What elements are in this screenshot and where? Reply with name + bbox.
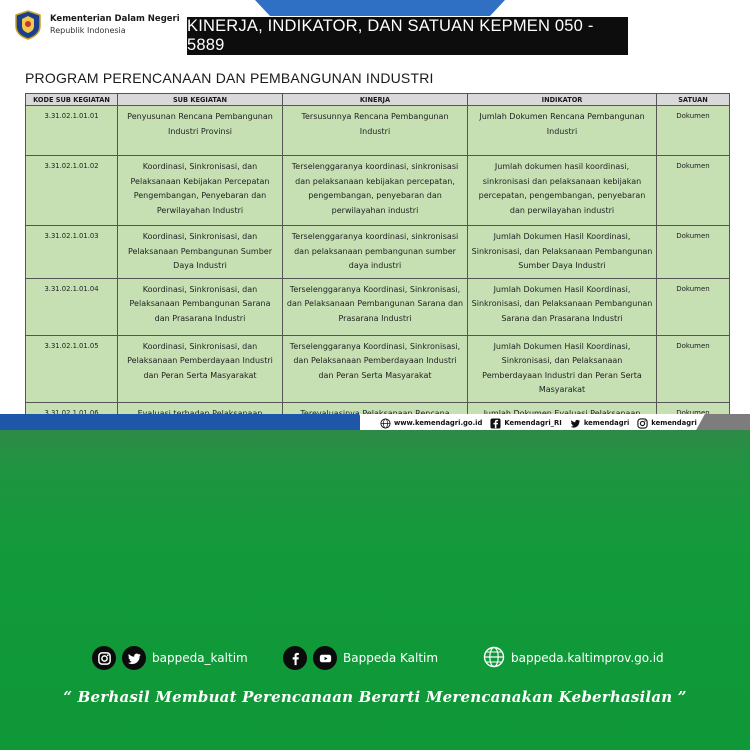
footer-twitter-text: kemendagri [583, 419, 630, 427]
cell-sub-kegiatan: Koordinasi, Sinkronisasi, dan Pelaksanaa… [117, 334, 283, 403]
cell-satuan: Dokumen [656, 105, 730, 156]
kinerja-table: KODE SUB KEGIATAN SUB KEGIATAN KINERJA I… [25, 93, 730, 430]
cell-kode: 3.31.02.1.01.04 [25, 277, 118, 336]
youtube-icon [313, 646, 337, 670]
table-row: 3.31.02.1.01.01 Penyusunan Rencana Pemba… [25, 105, 730, 156]
cell-sub-kegiatan: Penyusunan Rencana Pembangunan Industri … [117, 105, 283, 156]
cell-kinerja: Terselenggaranya koordinasi, sinkronisas… [282, 155, 468, 226]
org-name: Kementerian Dalam Negeri [50, 14, 180, 24]
cell-kode: 3.31.02.1.01.05 [25, 334, 118, 403]
slide-panel: Kementerian Dalam Negeri Republik Indone… [0, 0, 750, 430]
col-header-satuan: SATUAN [656, 93, 730, 106]
col-header-sub-kegiatan: SUB KEGIATAN [117, 93, 283, 106]
cell-kinerja: Terselenggaranya Koordinasi, Sinkronisas… [282, 277, 468, 336]
table-header-row: KODE SUB KEGIATAN SUB KEGIATAN KINERJA I… [25, 93, 730, 106]
cell-satuan: Dokumen [656, 225, 730, 279]
social-page-group[interactable]: Bappeda Kaltim [283, 643, 438, 673]
footer-website-text: www.kemendagri.go.id [394, 419, 483, 427]
cell-sub-kegiatan: Koordinasi, Sinkronisasi, dan Pelaksanaa… [117, 225, 283, 279]
cell-satuan: Dokumen [656, 334, 730, 403]
social-handle-text: bappeda_kaltim [152, 651, 248, 665]
footer-twitter-link[interactable]: kemendagri [570, 418, 629, 429]
cell-indikator: Jumlah Dokumen Hasil Koordinasi, Sinkron… [467, 334, 657, 403]
social-website-text: bappeda.kaltimprov.go.id [511, 651, 664, 665]
cell-sub-kegiatan: Koordinasi, Sinkronisasi, dan Pelaksanaa… [117, 277, 283, 336]
cell-indikator: Jumlah Dokumen Rencana Pembangunan Indus… [467, 105, 657, 156]
instagram-icon [637, 417, 648, 429]
tagline: “ Berhasil Membuat Perencanaan Berarti M… [63, 688, 687, 706]
slide-footer-blue-bar [0, 414, 370, 430]
cell-kode: 3.31.02.1.01.03 [25, 225, 118, 279]
cell-sub-kegiatan: Koordinasi, Sinkronisasi, dan Pelaksanaa… [117, 155, 283, 226]
kemendagri-logo: Kementerian Dalam Negeri Republik Indone… [14, 10, 180, 40]
cell-indikator: Jumlah Dokumen Hasil Koordinasi, Sinkron… [467, 277, 657, 336]
social-handle-group[interactable]: bappeda_kaltim [92, 643, 248, 673]
col-header-kinerja: KINERJA [282, 93, 468, 106]
col-header-kode: KODE SUB KEGIATAN [25, 93, 118, 106]
cell-indikator: Jumlah dokumen hasil koordinasi, sinkron… [467, 155, 657, 226]
program-title: PROGRAM PERENCANAAN DAN PEMBANGUNAN INDU… [25, 70, 434, 86]
twitter-icon [122, 646, 146, 670]
cell-indikator: Jumlah Dokumen Hasil Koordinasi, Sinkron… [467, 225, 657, 279]
social-page-text: Bappeda Kaltim [343, 651, 439, 665]
slide-title: KINERJA, INDIKATOR, DAN SATUAN KEPMEN 05… [187, 17, 628, 55]
facebook-icon [283, 646, 307, 670]
table-row: 3.31.02.1.01.03 Koordinasi, Sinkronisasi… [25, 225, 730, 279]
globe-icon [380, 417, 391, 429]
footer-instagram-link[interactable]: kemendagri [637, 417, 697, 429]
table-row: 3.31.02.1.01.05 Koordinasi, Sinkronisasi… [25, 334, 730, 403]
cell-kode: 3.31.02.1.01.01 [25, 105, 118, 156]
cell-satuan: Dokumen [656, 277, 730, 336]
twitter-icon [570, 419, 580, 428]
org-subtitle: Republik Indonesia [50, 26, 126, 35]
cell-satuan: Dokumen [656, 155, 730, 226]
cell-kinerja: Terselenggaranya Koordinasi, Sinkronisas… [282, 334, 468, 403]
top-accent-stripe [255, 0, 505, 16]
globe-icon [483, 646, 505, 671]
footer-website-link[interactable]: www.kemendagri.go.id [380, 417, 483, 429]
facebook-icon [490, 417, 501, 429]
cell-kinerja: Terselenggaranya koordinasi, sinkronisas… [282, 225, 468, 279]
social-website-group[interactable]: bappeda.kaltimprov.go.id [483, 643, 664, 673]
footer-instagram-text: kemendagri [651, 419, 697, 427]
footer-facebook-link[interactable]: Kemendagri_RI [490, 417, 562, 429]
col-header-indikator: INDIKATOR [467, 93, 657, 106]
cell-kode: 3.31.02.1.01.02 [25, 155, 118, 226]
social-media-row: bappeda_kaltim Bappeda Kaltim bappeda.ka… [0, 643, 750, 673]
table-row: 3.31.02.1.01.02 Koordinasi, Sinkronisasi… [25, 155, 730, 226]
instagram-icon [92, 646, 116, 670]
cell-kinerja: Tersusunnya Rencana Pembangunan Industri [282, 105, 468, 156]
table-row: 3.31.02.1.01.04 Koordinasi, Sinkronisasi… [25, 277, 730, 336]
kemendagri-emblem-icon [15, 10, 41, 40]
slide-footer-links: www.kemendagri.go.id Kemendagri_RI kemen… [380, 416, 697, 430]
footer-facebook-text: Kemendagri_RI [504, 419, 562, 427]
